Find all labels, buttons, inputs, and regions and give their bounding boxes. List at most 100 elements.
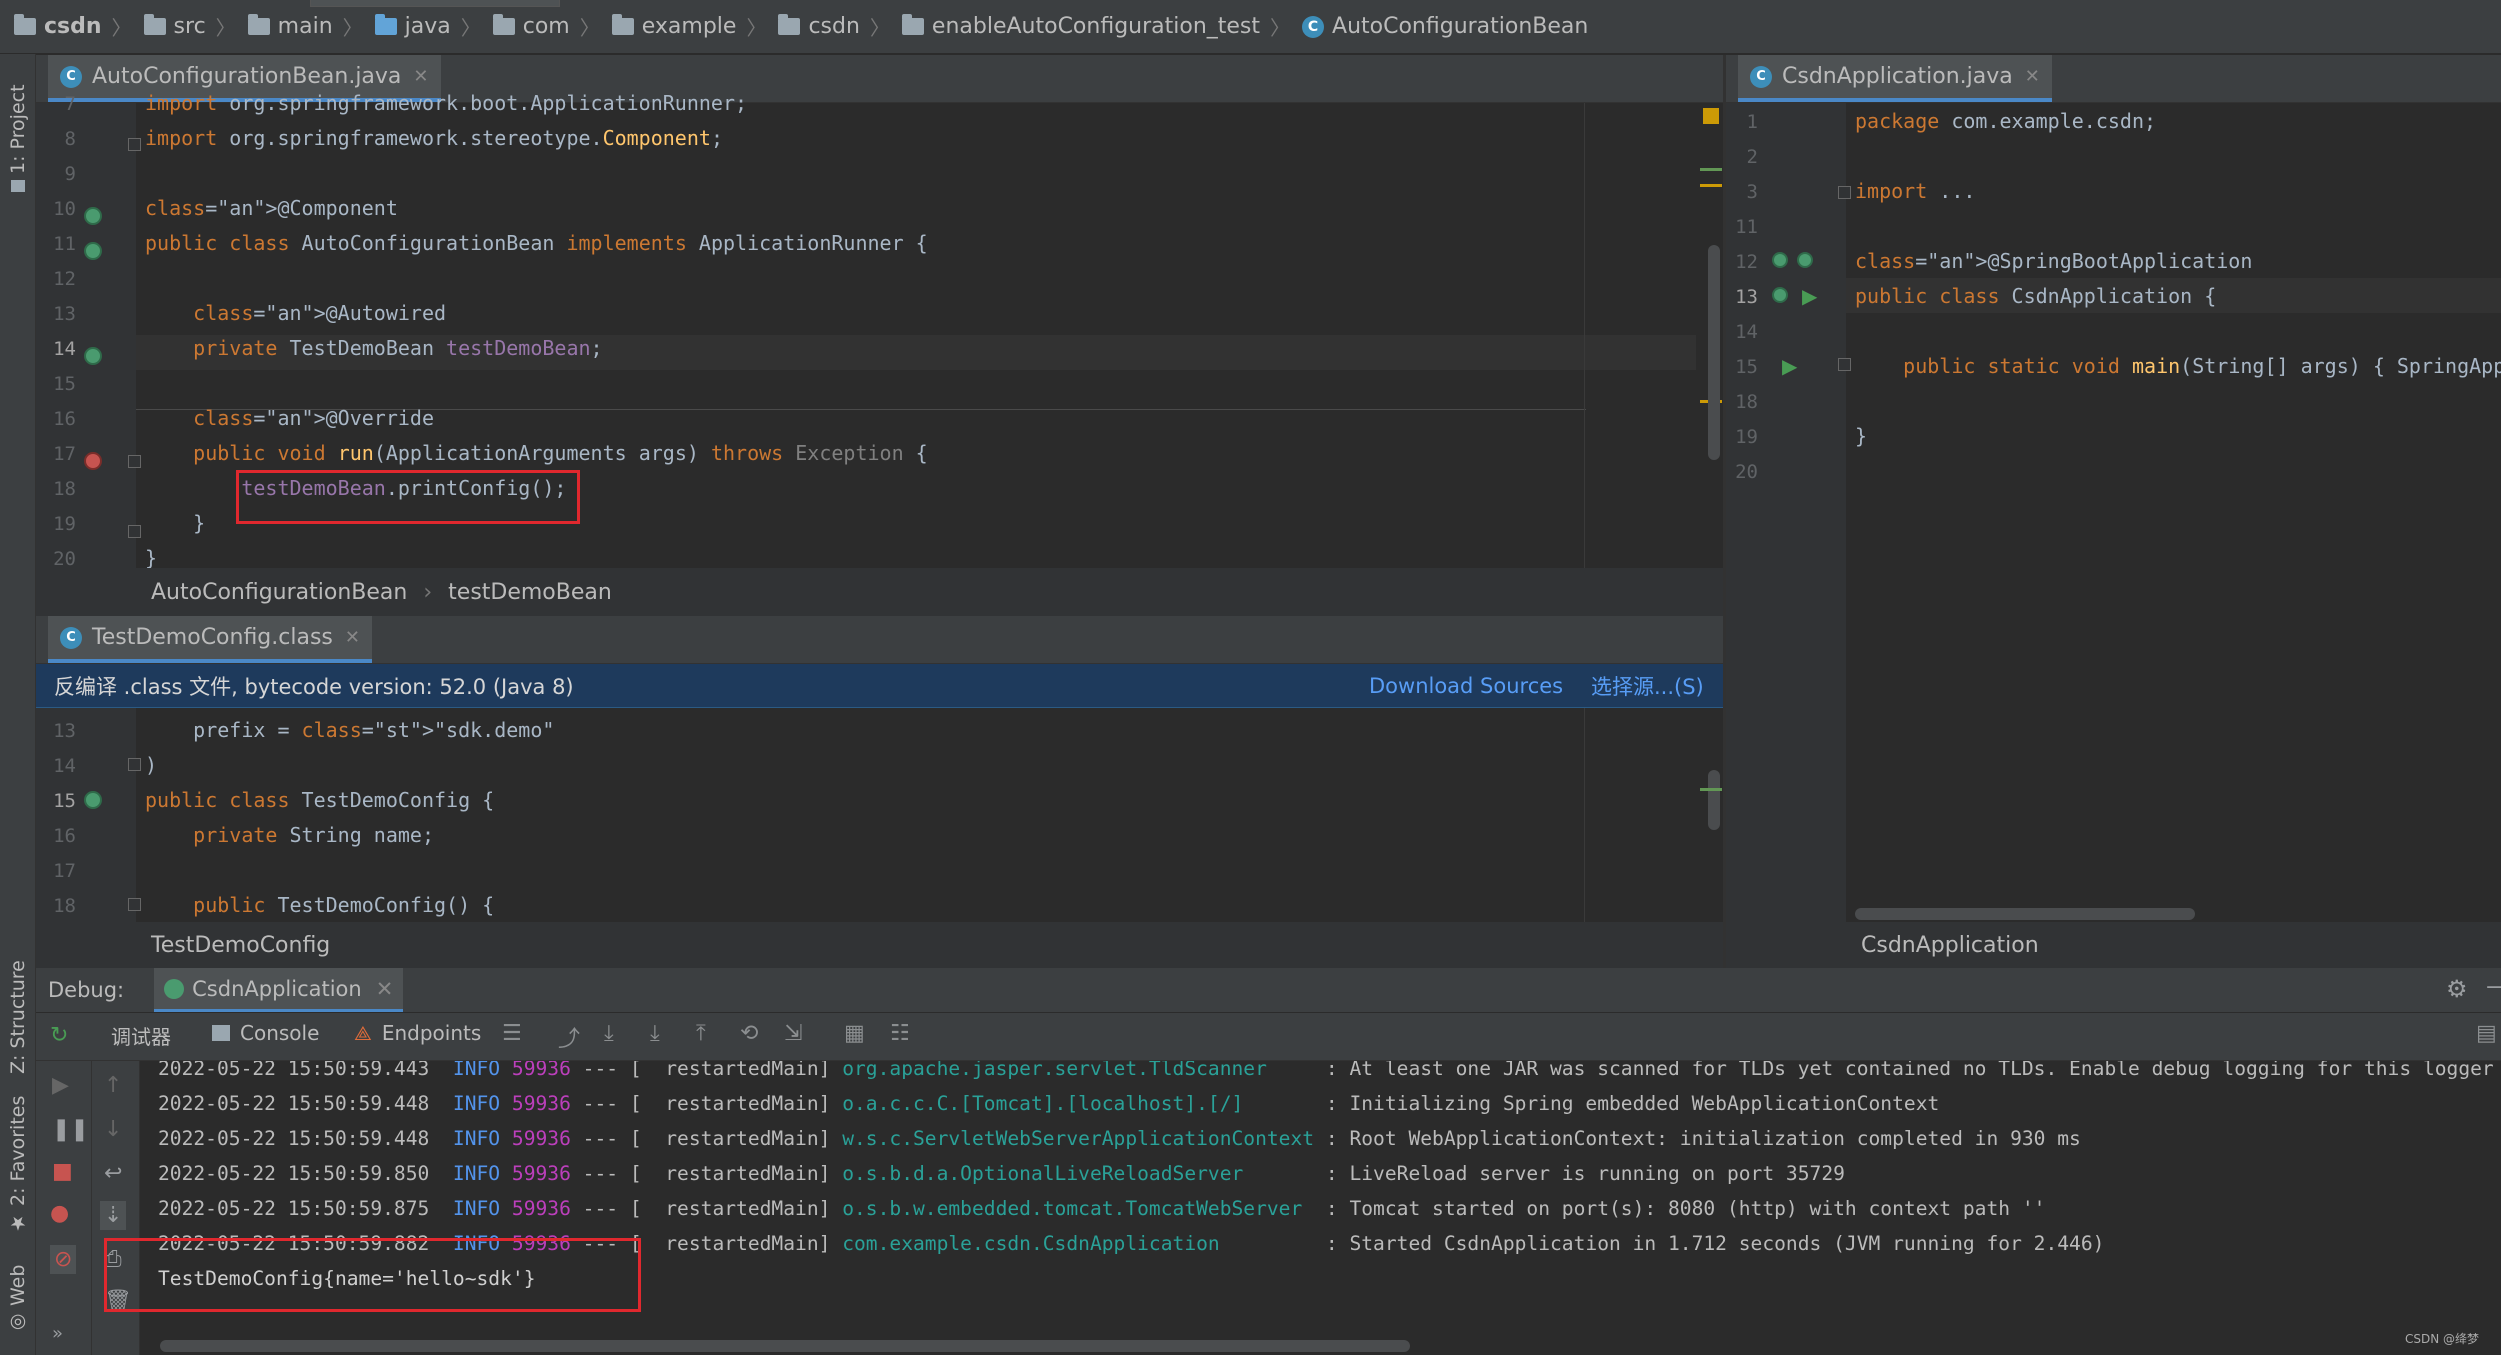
code-line[interactable]: public TestDemoConfig() { [145, 888, 494, 923]
tab-csdnapplication[interactable]: C CsdnApplication.java ✕ [1738, 55, 2052, 102]
code-line[interactable]: public class TestDemoConfig { [145, 783, 494, 818]
drop-frame-icon[interactable]: ⟲ [740, 1021, 758, 1046]
fold-icon[interactable] [128, 525, 141, 538]
warning-marker-icon[interactable] [1703, 108, 1719, 124]
line-number: 20 [1735, 461, 1758, 483]
crumb-csdn[interactable]: csdn 〉 [778, 12, 901, 41]
crumb-package[interactable]: enableAutoConfiguration_test 〉 [901, 12, 1302, 41]
autowired-navigate-icon[interactable] [84, 347, 102, 365]
run-main-icon[interactable]: ▶ [1782, 354, 1797, 378]
code-line[interactable]: class="an">@SpringBootApplication [1855, 244, 2252, 279]
code-line[interactable]: } [145, 506, 205, 541]
run-to-cursor-icon[interactable]: ⇲ [784, 1021, 802, 1046]
fold-icon[interactable] [128, 138, 141, 151]
line-number: 15 [53, 373, 76, 395]
crumb-project[interactable]: csdn 〉 [14, 12, 144, 41]
close-icon[interactable]: ✕ [2025, 66, 2040, 87]
show-execution-point-icon[interactable]: ⤴ [558, 1021, 580, 1053]
class-icon: C [1302, 15, 1325, 38]
tab-console[interactable]: Console [212, 1021, 319, 1045]
fold-icon[interactable] [128, 455, 141, 468]
spring-boot-icon[interactable] [1772, 252, 1788, 268]
trace-icon[interactable]: ☷ [890, 1021, 910, 1046]
fold-icon[interactable] [128, 898, 141, 911]
layout-icon[interactable]: ▤ [2476, 1021, 2497, 1046]
soft-wrap-icon[interactable]: ↩ [104, 1161, 122, 1186]
horizontal-scrollbar[interactable] [1855, 908, 2195, 920]
code-line[interactable]: class="an">@Override [145, 401, 434, 436]
evaluate-icon[interactable]: ▦ [844, 1021, 865, 1046]
resume-icon[interactable]: ▶ [52, 1073, 69, 1098]
minimize-icon[interactable]: — [2486, 972, 2501, 1000]
spring-bean-icon[interactable] [84, 242, 102, 260]
crumb-main[interactable]: main 〉 [247, 12, 375, 41]
tab-endpoints[interactable]: ⟁ Endpoints [354, 1021, 481, 1045]
debug-toolbar: ↻ 调试器 Console ⟁ Endpoints ☰ ⤴ ⤓ ⤓ ⤒ ⟲ ⇲ ▦… [36, 1013, 2501, 1061]
pause-icon[interactable]: ❚❚ [52, 1117, 89, 1142]
view-breakpoints-icon[interactable]: ● [50, 1201, 69, 1226]
rerun-icon[interactable]: ↻ [50, 1023, 68, 1048]
fold-icon[interactable] [1838, 186, 1851, 199]
code-line[interactable]: public class AutoConfigurationBean imple… [145, 226, 928, 261]
spring-bean-icon[interactable] [84, 207, 102, 225]
arrow-down-icon[interactable]: ↓ [104, 1117, 122, 1142]
code-line[interactable]: private TestDemoBean testDemoBean; [145, 331, 602, 366]
vertical-scrollbar[interactable] [1708, 770, 1720, 830]
tab-debugger[interactable]: 调试器 [111, 1021, 171, 1050]
code-line[interactable]: ) [145, 748, 157, 783]
override-method-icon[interactable] [84, 452, 102, 470]
project-folder-icon [14, 14, 36, 35]
spring-bean-icon[interactable] [1797, 252, 1813, 268]
right-margin-guide [1584, 103, 1585, 568]
step-into-icon[interactable]: ⤓ [650, 1021, 660, 1046]
code-line[interactable]: import org.springframework.boot.Applicat… [145, 86, 747, 121]
menu-icon[interactable]: ☰ [502, 1021, 522, 1046]
code-line[interactable]: public class CsdnApplication { [1855, 279, 2216, 314]
code-editor-right[interactable] [1846, 103, 2501, 922]
mute-breakpoints-icon[interactable]: ⊘ [50, 1245, 77, 1274]
code-line[interactable]: import ... [1855, 174, 1975, 209]
download-sources-link[interactable]: Download Sources [1369, 674, 1563, 698]
code-line[interactable]: package com.example.csdn; [1855, 104, 2156, 139]
code-line[interactable]: } [1855, 419, 1867, 454]
code-line[interactable]: public void run(ApplicationArguments arg… [145, 436, 928, 471]
spring-bean-icon[interactable] [1772, 287, 1788, 303]
crumb-example[interactable]: example 〉 [611, 12, 779, 41]
code-line[interactable]: public static void main(String[] args) {… [1855, 349, 2501, 384]
tab-testdemoconfig-class[interactable]: C TestDemoConfig.class ✕ [48, 616, 372, 663]
gear-icon[interactable]: ⚙ [2446, 975, 2468, 1003]
crumb-class[interactable]: C AutoConfigurationBean [1302, 14, 1588, 39]
crumb-java[interactable]: java 〉 [374, 12, 493, 41]
project-tool-tab[interactable]: 1: Project [2, 72, 34, 192]
line-number: 15 [53, 790, 76, 812]
fold-icon[interactable] [128, 758, 141, 771]
step-out-icon[interactable]: ⤒ [696, 1021, 706, 1046]
stop-icon[interactable]: ■ [52, 1159, 73, 1184]
left-tool-strip: 1: Project Z: Structure ★ 2: Favorites ◎ W… [0, 54, 36, 1355]
scroll-to-end-icon[interactable]: ⇣ [100, 1201, 127, 1230]
code-line[interactable]: private String name; [145, 818, 434, 853]
crumb-src[interactable]: src 〉 [143, 12, 248, 41]
chevron-right-icon: 〉 [111, 16, 132, 40]
run-gutter-icon[interactable]: ▶ [1802, 284, 1817, 308]
close-icon[interactable]: ✕ [345, 627, 360, 648]
close-icon[interactable]: ✕ [376, 977, 394, 1001]
code-line[interactable]: class="an">@Autowired [145, 296, 446, 331]
spring-bean-icon[interactable] [84, 791, 102, 809]
highlight-box-output [104, 1238, 641, 1312]
close-icon[interactable]: ✕ [413, 66, 428, 87]
arrow-up-icon[interactable]: ↑ [104, 1073, 122, 1098]
favorites-tool-tab[interactable]: ★ 2: Favorites [2, 1094, 34, 1234]
structure-tool-tab[interactable]: Z: Structure [2, 924, 34, 1074]
debug-session-tab[interactable]: CsdnApplication ✕ [154, 968, 404, 1012]
step-over-icon[interactable]: ⤓ [604, 1021, 614, 1046]
code-line[interactable]: import org.springframework.stereotype.Co… [145, 121, 723, 156]
code-line[interactable]: class="an">@Component [145, 191, 398, 226]
code-line[interactable]: prefix = class="st">"sdk.demo" [145, 713, 554, 748]
web-tool-tab[interactable]: ◎ Web [2, 1254, 34, 1334]
fold-icon[interactable] [1838, 358, 1851, 371]
choose-sources-link[interactable]: 选择源...(S) [1591, 671, 1704, 701]
crumb-com[interactable]: com 〉 [492, 12, 612, 41]
console-horizontal-scrollbar[interactable] [160, 1340, 1410, 1352]
more-icon[interactable]: » [52, 1323, 63, 1344]
